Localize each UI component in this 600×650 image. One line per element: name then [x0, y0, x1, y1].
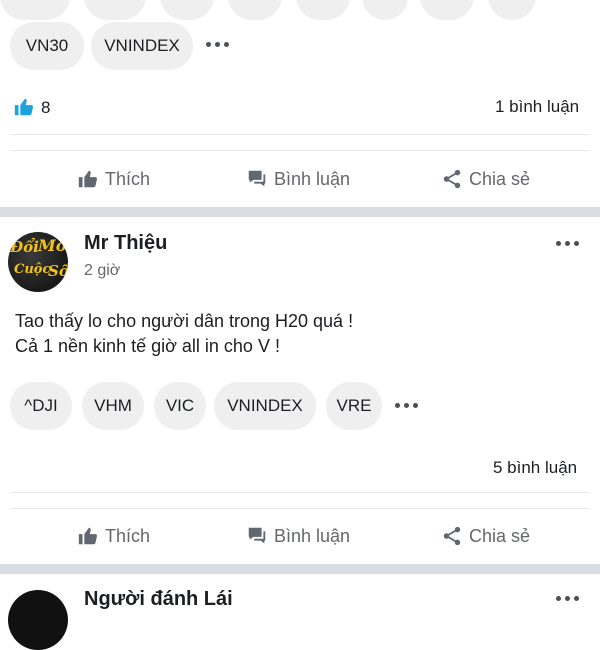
like-count[interactable]: 8 [41, 98, 50, 118]
comment-label: Bình luận [274, 525, 351, 546]
post-options-icon[interactable] [556, 596, 579, 601]
tag-pill-cut[interactable] [362, 0, 408, 20]
divider [10, 150, 590, 151]
tag-pill-cut[interactable] [488, 0, 536, 20]
thumbs-up-icon [78, 527, 98, 545]
tag-vhm[interactable]: VHM [82, 382, 144, 430]
tag-dji[interactable]: ^DJI [10, 382, 72, 430]
like-button[interactable]: Thích [77, 168, 150, 190]
tag-vre[interactable]: VRE [326, 382, 382, 430]
tag-pill-cut[interactable] [420, 0, 474, 20]
comment-button[interactable]: Bình luận [246, 168, 350, 190]
more-tags-icon[interactable] [395, 403, 418, 408]
share-label: Chia sẻ [469, 168, 531, 189]
like-reaction-icon [13, 96, 35, 123]
post-time[interactable]: 2 giờ [84, 262, 120, 280]
tag-vn30[interactable]: VN30 [10, 22, 84, 70]
tag-pill-cut[interactable] [0, 0, 70, 20]
tag-vic[interactable]: VIC [154, 382, 206, 430]
more-tags-icon[interactable] [206, 42, 229, 47]
tag-pill-cut[interactable] [228, 0, 282, 20]
post-separator [0, 207, 600, 217]
like-label: Thích [105, 525, 151, 546]
tag-pill-cut[interactable] [160, 0, 214, 20]
avatar[interactable]: Đổi Mới Cuộc Số [8, 232, 68, 292]
post-body-line: Tao thấy lo cho người dân trong H20 quá … [15, 311, 354, 331]
tag-pill-cut[interactable] [296, 0, 350, 20]
divider [10, 508, 590, 509]
comment-count[interactable]: 5 bình luận [493, 458, 577, 478]
comment-icon [248, 527, 266, 544]
thumbs-up-icon [78, 170, 98, 188]
divider [10, 492, 590, 493]
comment-label: Bình luận [274, 168, 351, 189]
share-label: Chia sẻ [469, 525, 531, 546]
like-label: Thích [105, 168, 151, 189]
author-name[interactable]: Mr Thiệu [84, 232, 167, 255]
share-icon [443, 526, 461, 546]
comment-button[interactable]: Bình luận [246, 525, 350, 547]
post-options-icon[interactable] [556, 241, 579, 246]
like-button[interactable]: Thích [77, 525, 150, 547]
tag-pill-cut[interactable] [84, 0, 146, 20]
avatar[interactable] [8, 590, 68, 650]
divider [10, 134, 590, 135]
tag-vnindex[interactable]: VNINDEX [91, 22, 193, 70]
tag-vnindex[interactable]: VNINDEX [214, 382, 316, 430]
share-icon [443, 169, 461, 189]
post-separator [0, 564, 600, 574]
post-body-line: Cả 1 nền kinh tế giờ all in cho V ! [15, 336, 280, 356]
share-button[interactable]: Chia sẻ [441, 525, 530, 547]
comment-count[interactable]: 1 bình luận [495, 97, 579, 117]
share-button[interactable]: Chia sẻ [441, 168, 530, 190]
comment-icon [248, 170, 266, 187]
